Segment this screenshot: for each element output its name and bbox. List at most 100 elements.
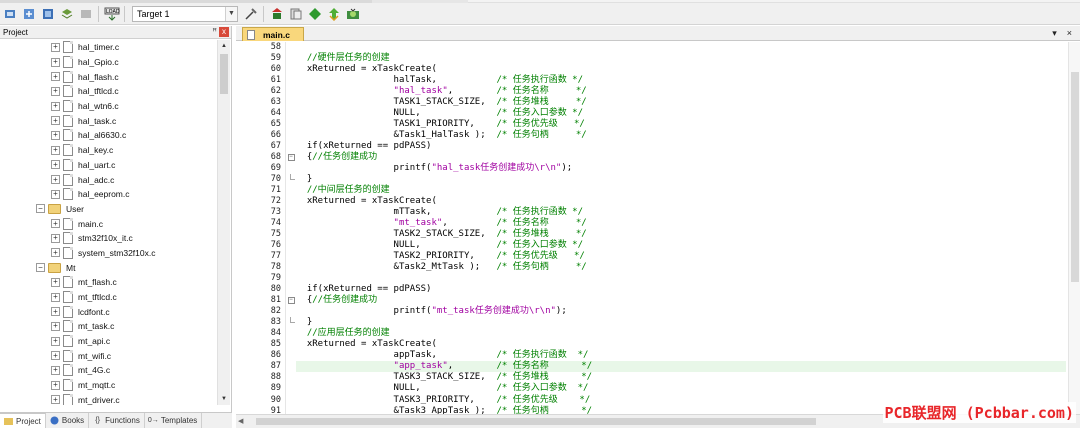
code-line[interactable]: TASK3_STACK_SIZE, /* 任务堆栈 */ (296, 372, 1066, 383)
expand-icon[interactable]: + (51, 233, 60, 243)
code-line[interactable]: } (296, 317, 1066, 328)
collapse-icon[interactable]: − (36, 204, 45, 214)
debug-settings-icon[interactable] (344, 5, 362, 23)
fold-toggle-icon[interactable]: − (286, 295, 296, 306)
expand-icon[interactable]: + (51, 292, 60, 302)
expand-icon[interactable]: + (51, 130, 60, 140)
scroll-down-icon[interactable]: ▼ (218, 393, 230, 405)
code-line[interactable]: {//任务创建成功 (296, 295, 1066, 306)
editor-vertical-scrollbar[interactable] (1068, 42, 1080, 414)
expand-icon[interactable]: + (51, 189, 60, 199)
code-line[interactable]: &Task2_MtTask ); /* 任务句柄 */ (296, 262, 1066, 273)
target-select[interactable]: Target 1 ▼ (132, 5, 238, 22)
project-tree-scrollbar[interactable]: ▲ ▼ (217, 40, 230, 405)
code-line[interactable]: NULL, /* 任务入口参数 */ (296, 240, 1066, 251)
expand-icon[interactable]: + (51, 175, 60, 185)
scrollbar-thumb[interactable] (220, 54, 228, 94)
expand-icon[interactable]: + (51, 160, 60, 170)
code-line[interactable]: mTTask, /* 任务执行函数 */ (296, 207, 1066, 218)
code-line[interactable]: xReturned = xTaskCreate( (296, 64, 1066, 75)
code-line[interactable]: TASK1_PRIORITY, /* 任务优先级 */ (296, 119, 1066, 130)
expand-icon[interactable]: + (51, 86, 60, 96)
code-line[interactable]: //应用层任务的创建 (296, 328, 1066, 339)
expand-icon[interactable]: + (51, 380, 60, 390)
tree-file[interactable]: + mt_mqtt.c (0, 378, 218, 393)
pack-installer-icon[interactable] (306, 5, 324, 23)
tree-file[interactable]: + mt_api.c (0, 334, 218, 349)
code-line[interactable]: } (296, 174, 1066, 185)
stop-build-icon[interactable] (77, 5, 95, 23)
file-extensions-icon[interactable] (287, 5, 305, 23)
code-line[interactable]: //中间层任务的创建 (296, 185, 1066, 196)
tab-templates[interactable]: 0→ Templates (145, 413, 203, 428)
code-line[interactable]: "app_task", /* 任务名称 */ (296, 361, 1066, 373)
tree-file[interactable]: + mt_tftlcd.c (0, 290, 218, 305)
collapse-icon[interactable]: − (36, 263, 45, 273)
expand-icon[interactable]: + (51, 57, 60, 67)
tree-file[interactable]: + hal_al6630.c (0, 128, 218, 143)
expand-icon[interactable]: + (51, 277, 60, 287)
tree-file[interactable]: + hal_timer.c (0, 40, 218, 55)
expand-icon[interactable]: + (51, 395, 60, 405)
tree-file[interactable]: + hal_wtn6.c (0, 99, 218, 114)
tree-file[interactable]: + hal_Gpio.c (0, 55, 218, 70)
tree-file[interactable]: + mt_flash.c (0, 275, 218, 290)
tree-file[interactable]: + hal_tftlcd.c (0, 84, 218, 99)
close-icon[interactable]: x (219, 27, 229, 37)
translate-icon[interactable] (1, 5, 19, 23)
code-line[interactable] (296, 273, 1066, 284)
fold-toggle-icon[interactable]: − (286, 152, 296, 163)
expand-icon[interactable]: + (51, 351, 60, 361)
tree-folder[interactable]: − User (0, 202, 218, 217)
code-line[interactable]: xReturned = xTaskCreate( (296, 196, 1066, 207)
expand-icon[interactable]: + (51, 307, 60, 317)
code-line[interactable]: appTask, /* 任务执行函数 */ (296, 350, 1066, 361)
tree-file[interactable]: + mt_task.c (0, 319, 218, 334)
code-line[interactable]: printf("mt_task任务创建成功\r\n"); (296, 306, 1066, 317)
expand-icon[interactable]: + (51, 219, 60, 229)
scrollbar-thumb[interactable] (1071, 72, 1079, 282)
tab-functions[interactable]: {} Functions (89, 413, 145, 428)
scroll-up-icon[interactable]: ▲ (218, 40, 230, 52)
tab-books[interactable]: Books (46, 413, 90, 428)
select-software-packs-icon[interactable] (325, 5, 343, 23)
tree-file[interactable]: + system_stm32f10x.c (0, 246, 218, 261)
code-line[interactable]: if(xReturned == pdPASS) (296, 141, 1066, 152)
tree-file[interactable]: + main.c (0, 216, 218, 231)
code-line[interactable]: if(xReturned == pdPASS) (296, 284, 1066, 295)
manage-components-icon[interactable] (268, 5, 286, 23)
code-line[interactable]: "mt_task", /* 任务名称 */ (296, 218, 1066, 229)
tab-main-c[interactable]: main.c (242, 27, 304, 41)
tree-file[interactable]: + mt_wifi.c (0, 348, 218, 363)
code-line[interactable]: NULL, /* 任务入口参数 */ (296, 383, 1066, 394)
code-line[interactable]: NULL, /* 任务入口参数 */ (296, 108, 1066, 119)
tab-project[interactable]: Project (0, 413, 46, 428)
rebuild-icon[interactable] (39, 5, 57, 23)
tree-file[interactable]: + hal_eeprom.c (0, 187, 218, 202)
code-line[interactable]: TASK2_STACK_SIZE, /* 任务堆栈 */ (296, 229, 1066, 240)
close-tab-icon[interactable]: × (1067, 28, 1072, 39)
options-for-target-icon[interactable] (242, 5, 260, 23)
tree-file[interactable]: + mt_4G.c (0, 363, 218, 378)
code-line[interactable]: printf("hal_task任务创建成功\r\n"); (296, 163, 1066, 174)
tree-file[interactable]: + stm32f10x_it.c (0, 231, 218, 246)
expand-icon[interactable]: + (51, 248, 60, 258)
chevron-down-icon[interactable]: ▼ (225, 6, 237, 21)
expand-icon[interactable]: + (51, 365, 60, 375)
tree-file[interactable]: + mt_driver.c (0, 393, 218, 405)
download-icon[interactable]: LOAD (103, 5, 121, 23)
expand-icon[interactable]: + (51, 321, 60, 331)
code-area[interactable]: //硬件层任务的创建 xReturned = xTaskCreate( halT… (296, 42, 1066, 414)
code-line[interactable]: {//任务创建成功 (296, 152, 1066, 163)
tree-folder[interactable]: − Mt (0, 260, 218, 275)
tree-file[interactable]: + hal_task.c (0, 113, 218, 128)
pin-icon[interactable]: ꟸ (212, 27, 217, 36)
scroll-left-icon[interactable]: ◀ (238, 417, 243, 425)
code-line[interactable]: &Task1_HalTask ); /* 任务句柄 */ (296, 130, 1066, 141)
build-icon[interactable] (20, 5, 38, 23)
code-line[interactable]: TASK1_STACK_SIZE, /* 任务堆栈 */ (296, 97, 1066, 108)
scrollbar-thumb[interactable] (256, 418, 816, 425)
expand-icon[interactable]: + (51, 145, 60, 155)
code-line[interactable]: halTask, /* 任务执行函数 */ (296, 75, 1066, 86)
expand-icon[interactable]: + (51, 116, 60, 126)
